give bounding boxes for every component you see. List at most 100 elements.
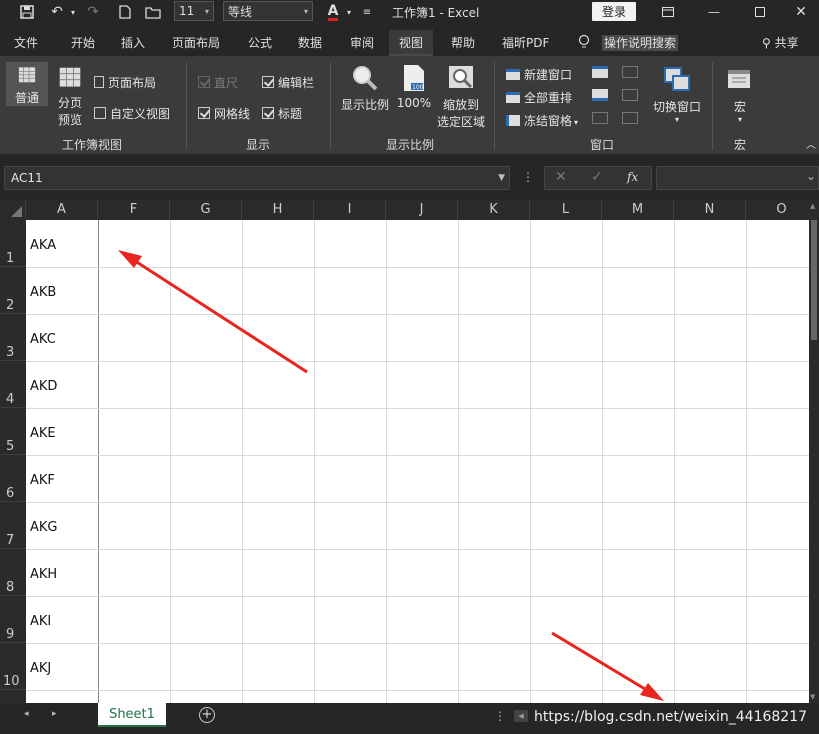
scroll-up-icon[interactable]: ▲	[810, 202, 815, 210]
tab-page-layout[interactable]: 页面布局	[172, 30, 220, 56]
customize-toolbar-icon[interactable]: ≡	[356, 0, 378, 24]
name-box-dropdown-icon[interactable]: ▼	[498, 167, 505, 189]
tab-formulas[interactable]: 公式	[248, 30, 272, 56]
cell-a1[interactable]: AKA	[30, 238, 56, 253]
column-header-i[interactable]: I	[314, 200, 386, 220]
normal-view-button[interactable]: 普通	[6, 62, 48, 106]
scroll-thumb[interactable]	[811, 220, 817, 340]
custom-views-button[interactable]: 自定义视图	[94, 105, 170, 122]
sheet-tab-sheet1[interactable]: Sheet1	[98, 703, 166, 727]
column-header-o[interactable]: O	[746, 200, 809, 220]
insert-function-icon[interactable]: fx	[627, 170, 638, 184]
minimize-icon[interactable]: —	[694, 0, 734, 24]
cancel-icon[interactable]: ✕	[555, 169, 567, 185]
enter-icon[interactable]: ✓	[591, 169, 603, 185]
page-break-preview-button[interactable]: 分页 预览	[52, 66, 88, 128]
save-icon[interactable]	[16, 0, 38, 24]
column-header-a[interactable]: A	[26, 200, 98, 220]
column-header-k[interactable]: K	[458, 200, 530, 220]
scroll-down-icon[interactable]: ▼	[810, 693, 815, 701]
zoom-100-button[interactable]: 100 100%	[396, 64, 432, 110]
cell-a4[interactable]: AKD	[30, 379, 57, 394]
select-all-corner[interactable]	[0, 200, 26, 220]
formula-bar-checkbox[interactable]: 编辑栏	[262, 74, 314, 91]
row-header-9[interactable]: 9	[0, 596, 26, 643]
row-header-10[interactable]: 10	[0, 643, 26, 690]
hide-icon[interactable]	[592, 89, 608, 101]
row-header-6[interactable]: 6	[0, 455, 26, 502]
row-header-3[interactable]: 3	[0, 314, 26, 361]
ribbon-display-icon[interactable]	[648, 0, 688, 24]
tab-data[interactable]: 数据	[298, 30, 322, 56]
cell-a5[interactable]: AKE	[30, 426, 56, 441]
scroll-sheets-left-icon[interactable]: ◂	[24, 709, 29, 719]
cell-a8[interactable]: AKH	[30, 567, 57, 582]
headings-checkbox[interactable]: 标题	[262, 105, 302, 122]
gridline	[26, 455, 809, 456]
tell-me-label: 操作说明搜索	[602, 35, 679, 51]
gridline	[530, 220, 531, 703]
new-file-icon[interactable]	[114, 0, 136, 24]
tab-view[interactable]: 视图	[389, 30, 434, 56]
scroll-sheets-right-icon[interactable]: ▸	[52, 709, 57, 719]
tab-home[interactable]: 开始	[71, 30, 95, 56]
tell-me-search[interactable]: 操作说明搜索	[602, 30, 679, 56]
undo-dropdown-icon[interactable]: ▾	[62, 0, 84, 24]
column-header-m[interactable]: M	[602, 200, 674, 220]
maximize-icon[interactable]	[740, 0, 780, 24]
gridlines-checkbox[interactable]: 网格线	[198, 105, 250, 122]
row-header-1[interactable]: 1	[0, 220, 26, 267]
open-folder-icon[interactable]	[142, 0, 164, 24]
row-header-4[interactable]: 4	[0, 361, 26, 408]
column-header-j[interactable]: J	[386, 200, 458, 220]
cell-a2[interactable]: AKB	[30, 285, 56, 300]
column-header-g[interactable]: G	[170, 200, 242, 220]
vertical-scrollbar[interactable]: ▲ ▼	[809, 200, 819, 703]
switch-windows-button[interactable]: 切换窗口 ▾	[650, 66, 704, 124]
arrange-all-button[interactable]: 全部重排	[506, 89, 572, 106]
page-layout-view-button[interactable]: 页面布局	[94, 74, 156, 91]
formula-bar-options-icon[interactable]: ⋮	[522, 170, 534, 184]
tab-insert[interactable]: 插入	[121, 30, 145, 56]
split-icon[interactable]	[592, 66, 608, 78]
cell-a6[interactable]: AKF	[30, 473, 55, 488]
redo-icon[interactable]: ↷	[82, 0, 104, 24]
row-header-2[interactable]: 2	[0, 267, 26, 314]
close-icon[interactable]: ✕	[781, 0, 819, 24]
row-header-7[interactable]: 7	[0, 502, 26, 549]
formula-expand-icon[interactable]: ⌄	[806, 169, 816, 183]
login-button[interactable]: 登录	[592, 2, 636, 21]
window-title: 工作簿1 - Excel	[392, 6, 480, 20]
zoom-label: 显示比例	[340, 98, 389, 112]
zoom-to-selection-button[interactable]: 缩放到 选定区域	[434, 64, 488, 130]
tab-foxit-pdf[interactable]: 福昕PDF	[502, 30, 549, 56]
tab-file[interactable]: 文件	[14, 30, 38, 56]
ruler-checkbox[interactable]: 直尺	[198, 74, 238, 91]
column-header-f[interactable]: F	[98, 200, 170, 220]
formula-input[interactable]: ⌄	[656, 166, 819, 190]
row-header-8[interactable]: 8	[0, 549, 26, 596]
worksheet-grid[interactable]: A F G H I J K L M N O 1 2 3 4 5 6 7 8 9 …	[0, 200, 809, 703]
cell-a10[interactable]: AKJ	[30, 661, 51, 676]
hscroll-left-icon[interactable]: ◀	[514, 710, 528, 722]
macros-button[interactable]: 宏 ▾	[722, 66, 758, 124]
zoom-button[interactable]: 显示比例	[340, 64, 390, 113]
share-button[interactable]: ⚲ 共享	[762, 30, 799, 56]
new-window-button[interactable]: 新建窗口	[506, 66, 572, 83]
name-box[interactable]: AC11 ▼	[4, 166, 510, 190]
cell-a3[interactable]: AKC	[30, 332, 56, 347]
column-header-h[interactable]: H	[242, 200, 314, 220]
cell-a7[interactable]: AKG	[30, 520, 58, 535]
column-header-n[interactable]: N	[674, 200, 746, 220]
column-header-l[interactable]: L	[530, 200, 602, 220]
font-size-select[interactable]: 11 ▾	[174, 1, 214, 21]
tab-help[interactable]: 帮助	[451, 30, 475, 56]
tab-review[interactable]: 审阅	[350, 30, 374, 56]
font-name-select[interactable]: 等线 ▾	[223, 1, 313, 21]
sheet-bar-options-icon[interactable]: ⋮	[494, 709, 506, 723]
row-header-5[interactable]: 5	[0, 408, 26, 455]
freeze-panes-button[interactable]: 冻结窗格 ▾	[506, 112, 578, 129]
cell-a9[interactable]: AKI	[30, 614, 51, 629]
collapse-ribbon-icon[interactable]: ︿	[806, 136, 816, 151]
add-sheet-icon[interactable]: +	[199, 707, 215, 723]
